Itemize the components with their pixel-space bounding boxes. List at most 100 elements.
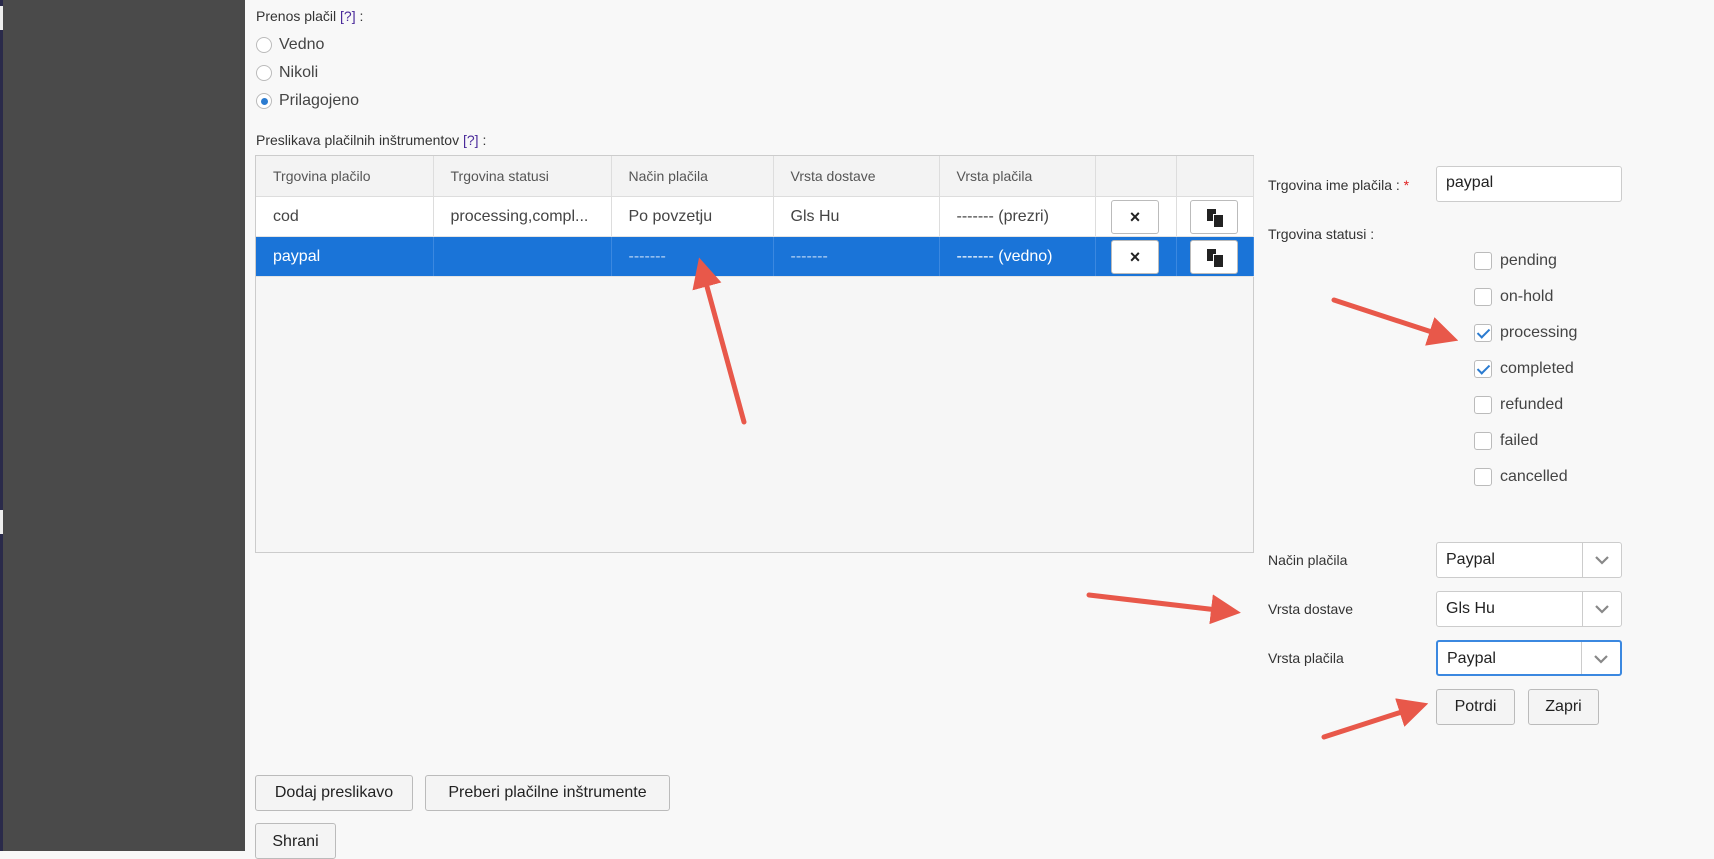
payment-type-select[interactable]: Paypal [1436,640,1622,676]
radio-nikoli[interactable]: Nikoli [256,62,318,84]
col-header-copy [1176,156,1254,197]
payment-name-input[interactable]: paypal [1436,166,1622,202]
cell-copy [1176,196,1254,237]
status-cancelled[interactable]: cancelled [1474,466,1568,488]
mapping-label: Preslikava plačilnih inštrumentov [?] : [256,132,486,148]
radio-vedno[interactable]: Vedno [256,34,324,56]
select-value: Gls Hu [1446,600,1495,617]
cell-delete: × [1095,196,1177,237]
checkbox-label: failed [1500,432,1539,449]
checkbox-label: refunded [1500,396,1564,413]
payment-type-label: Vrsta plačila [1268,650,1344,666]
dropdown-toggle[interactable] [1582,592,1621,626]
payment-transfer-label-text: Prenos plačil [256,8,337,24]
checkbox[interactable] [1474,252,1492,270]
cell-shop-payment: cod [256,196,434,237]
table-row-selected[interactable]: paypal ------- ------- ------- (vedno) × [256,236,1254,277]
add-mapping-button[interactable]: Dodaj preslikavo [255,775,413,811]
chevron-down-icon [1595,556,1609,565]
close-icon: × [1129,246,1141,267]
cell-delete: × [1095,236,1177,277]
cell-payment-type: ------- (vedno) [939,236,1096,277]
status-processing[interactable]: processing [1474,322,1577,344]
col-header-delivery-type[interactable]: Vrsta dostave [773,156,940,197]
sidebar-edge [0,0,3,851]
select-value: Paypal [1446,551,1495,568]
payment-method-label: Način plačila [1268,552,1348,568]
confirm-button[interactable]: Potrdi [1436,689,1515,725]
cell-shop-statuses [433,236,612,277]
checkbox-label: completed [1500,360,1574,377]
table-header-row: Trgovina plačilo Trgovina statusi Način … [256,156,1254,197]
checkbox[interactable] [1474,468,1492,486]
cell-copy [1176,236,1254,277]
cell-payment-method: ------- [611,236,774,277]
checkbox[interactable] [1474,288,1492,306]
copy-row-button[interactable] [1190,199,1238,234]
statuses-label: Trgovina statusi : [1268,226,1375,242]
delivery-type-select[interactable]: Gls Hu [1436,591,1622,627]
checkbox-label: pending [1500,252,1557,269]
col-header-shop-payment[interactable]: Trgovina plačilo [256,156,434,197]
mapping-help-link[interactable]: [?] [463,132,479,148]
cell-delivery-type: ------- [773,236,940,277]
close-icon: × [1129,206,1141,227]
cell-shop-statuses: processing,compl... [433,196,612,237]
checkbox-label: processing [1500,324,1578,341]
label-colon: : [359,8,364,24]
payment-method-select[interactable]: Paypal [1436,542,1622,578]
col-header-payment-method[interactable]: Način plačila [611,156,774,197]
col-header-shop-statuses[interactable]: Trgovina statusi [433,156,612,197]
chevron-down-icon [1594,655,1608,664]
cell-payment-method: Po povzetju [611,196,774,237]
radio-circle-selected[interactable] [256,93,272,109]
save-button[interactable]: Shrani [255,823,336,859]
label-colon: : [482,132,487,148]
delivery-type-label: Vrsta dostave [1268,601,1354,617]
close-button[interactable]: Zapri [1528,689,1599,725]
sidebar-marker [0,510,3,534]
cell-delivery-type: Gls Hu [773,196,940,237]
left-sidebar [0,0,245,851]
checkbox[interactable] [1474,432,1492,450]
status-on-hold[interactable]: on-hold [1474,286,1553,308]
table-row[interactable]: cod processing,compl... Po povzetju Gls … [256,196,1254,237]
chevron-down-icon [1595,605,1609,614]
status-pending[interactable]: pending [1474,250,1557,272]
radio-label: Prilagojeno [279,92,360,109]
delete-row-button[interactable]: × [1111,239,1159,274]
col-header-delete [1095,156,1177,197]
copy-icon [1207,208,1224,228]
required-marker: * [1403,177,1410,193]
select-value: Paypal [1447,650,1496,667]
radio-prilagojeno[interactable]: Prilagojeno [256,90,359,112]
radio-circle[interactable] [256,65,272,81]
cell-payment-type: ------- (prezri) [939,196,1096,237]
dropdown-toggle[interactable] [1582,543,1621,577]
name-label-text: Trgovina ime plačila : [1268,177,1400,193]
sidebar-marker [0,6,3,30]
col-header-payment-type[interactable]: Vrsta plačila [939,156,1096,197]
checkbox-label: on-hold [1500,288,1554,305]
cell-shop-payment: paypal [256,236,434,277]
checkbox[interactable] [1474,396,1492,414]
payment-transfer-help-link[interactable]: [?] [340,8,356,24]
radio-label: Nikoli [279,64,319,81]
checkbox-checked[interactable] [1474,360,1492,378]
payment-transfer-label: Prenos plačil [?] : [256,8,363,24]
copy-icon [1207,248,1224,268]
mapping-table: Trgovina plačilo Trgovina statusi Način … [256,156,1254,277]
status-completed[interactable]: completed [1474,358,1574,380]
dropdown-toggle[interactable] [1581,642,1620,674]
status-failed[interactable]: failed [1474,430,1538,452]
read-instruments-button[interactable]: Preberi plačilne inštrumente [425,775,670,811]
mapping-grid: Trgovina plačilo Trgovina statusi Način … [255,155,1254,553]
checkbox-label: cancelled [1500,468,1568,485]
checkbox-checked[interactable] [1474,324,1492,342]
copy-row-button[interactable] [1190,239,1238,274]
delete-row-button[interactable]: × [1111,199,1159,234]
mapping-label-text: Preslikava plačilnih inštrumentov [256,132,460,148]
name-label: Trgovina ime plačila : * [1268,177,1409,193]
status-refunded[interactable]: refunded [1474,394,1563,416]
radio-circle[interactable] [256,37,272,53]
